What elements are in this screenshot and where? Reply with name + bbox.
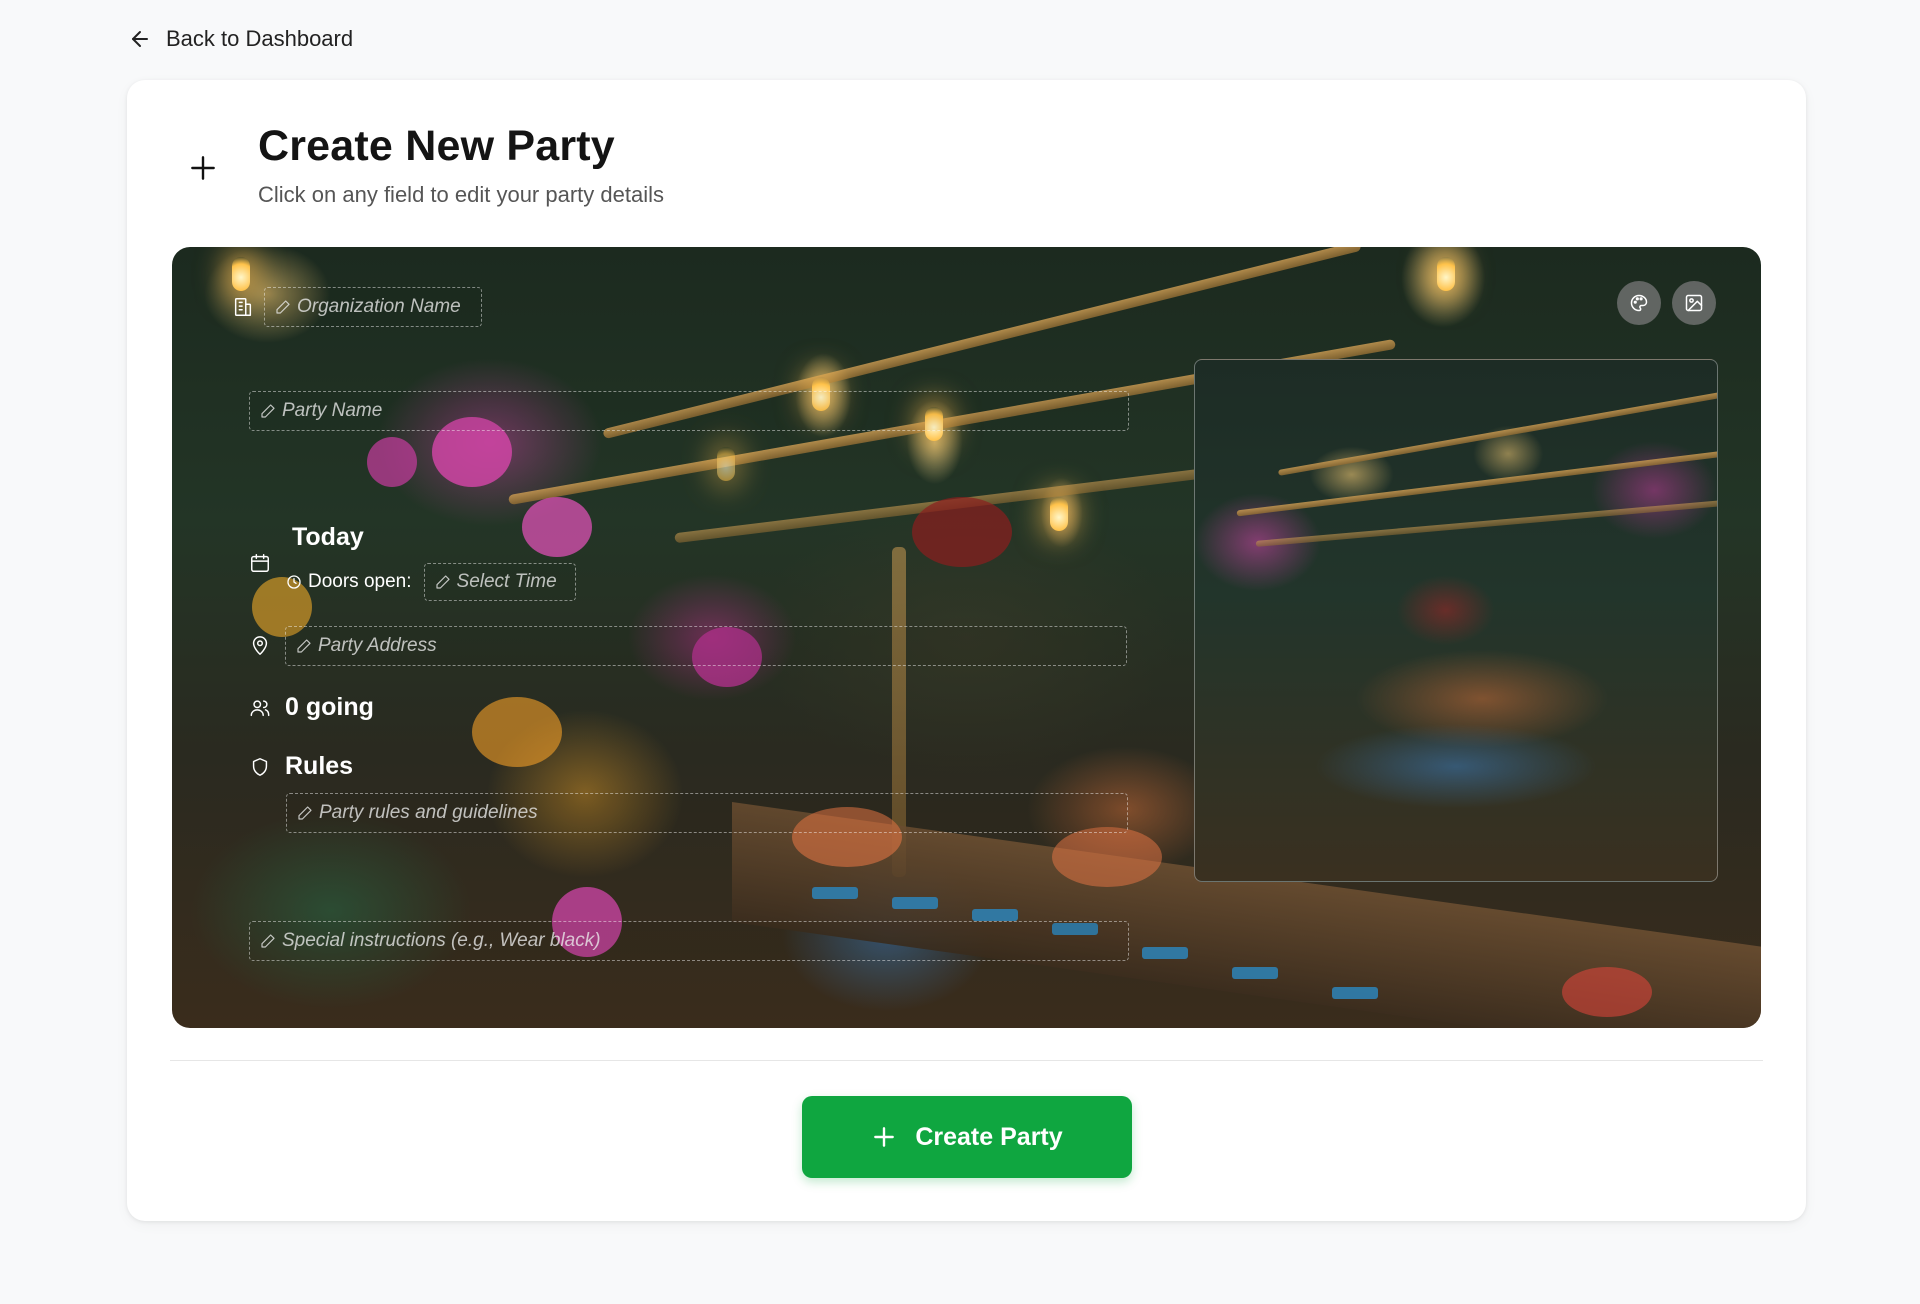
pencil-icon (261, 934, 275, 948)
plus-icon (191, 156, 215, 180)
special-instructions-placeholder: Special instructions (e.g., Wear black) (282, 930, 601, 951)
napkin (972, 909, 1018, 921)
party-name-field[interactable]: Party Name (249, 391, 1129, 431)
light-bulb (717, 447, 735, 481)
organization-row: Organization Name (232, 287, 482, 327)
party-rules-placeholder: Party rules and guidelines (319, 802, 538, 823)
flower (367, 437, 417, 487)
palette-icon (1630, 294, 1648, 312)
pencil-icon (297, 639, 311, 653)
party-rules-field[interactable]: Party rules and guidelines (286, 793, 1128, 833)
special-instructions-field[interactable]: Special instructions (e.g., Wear black) (249, 921, 1129, 961)
doors-open-label: Doors open: (308, 571, 412, 592)
section-divider (170, 1060, 1763, 1061)
pencil-icon (276, 300, 290, 314)
select-time-placeholder: Select Time (456, 571, 557, 592)
rules-heading: Rules (285, 752, 354, 780)
cover-image-preview[interactable] (1194, 359, 1718, 882)
napkin (892, 897, 938, 909)
back-to-dashboard-link[interactable]: Back to Dashboard (128, 26, 353, 52)
arrow-left-icon (132, 31, 148, 47)
back-link-label: Back to Dashboard (166, 26, 354, 51)
napkin (1232, 967, 1278, 979)
map-pin-icon (252, 636, 268, 655)
napkin (812, 887, 858, 899)
building-icon (234, 298, 252, 316)
rules-row: Rules (249, 752, 353, 781)
image-icon (1685, 294, 1703, 312)
change-image-button[interactable] (1672, 281, 1716, 325)
attendee-count-row: 0 going (249, 693, 374, 722)
organization-name-placeholder: Organization Name (297, 296, 461, 317)
calendar-icon (251, 554, 269, 572)
light-bulb (1437, 257, 1455, 291)
select-time-field[interactable]: Select Time (423, 563, 576, 601)
pencil-icon (435, 575, 450, 589)
organization-name-field[interactable]: Organization Name (264, 287, 482, 327)
pencil-icon (261, 404, 275, 418)
going-count: 0 going (285, 693, 374, 721)
napkin (1332, 987, 1378, 999)
light-bulb (232, 257, 250, 291)
theme-palette-button[interactable] (1617, 281, 1661, 325)
party-address-field[interactable]: Party Address (285, 626, 1127, 666)
party-cover-editor: Organization Name Party Name Today Doors… (172, 247, 1761, 1028)
parrot (912, 497, 1012, 567)
users-icon (250, 699, 270, 716)
party-date[interactable]: Today (292, 523, 364, 552)
party-name-placeholder: Party Name (282, 400, 383, 421)
clock-icon (287, 575, 301, 589)
plus-icon (874, 1127, 895, 1147)
create-party-label: Create Party (915, 1122, 1063, 1151)
address-row: Party Address (249, 626, 1127, 666)
page-subtitle: Click on any field to edit your party de… (258, 182, 664, 207)
create-party-button[interactable]: Create Party (802, 1096, 1132, 1178)
create-party-card: Create New Party Click on any field to e… (127, 80, 1806, 1221)
party-address-placeholder: Party Address (318, 635, 437, 656)
doors-open-row: Doors open: Select Time (286, 563, 576, 601)
flower (1052, 827, 1162, 887)
bamboo-slat (1255, 499, 1717, 547)
page-title: Create New Party (258, 122, 615, 170)
shield-icon (252, 757, 268, 776)
flower (472, 697, 562, 767)
flower (1562, 967, 1652, 1017)
napkin (1142, 947, 1188, 959)
flower (522, 497, 592, 557)
light-bulb (1050, 497, 1068, 531)
pencil-icon (298, 806, 312, 820)
